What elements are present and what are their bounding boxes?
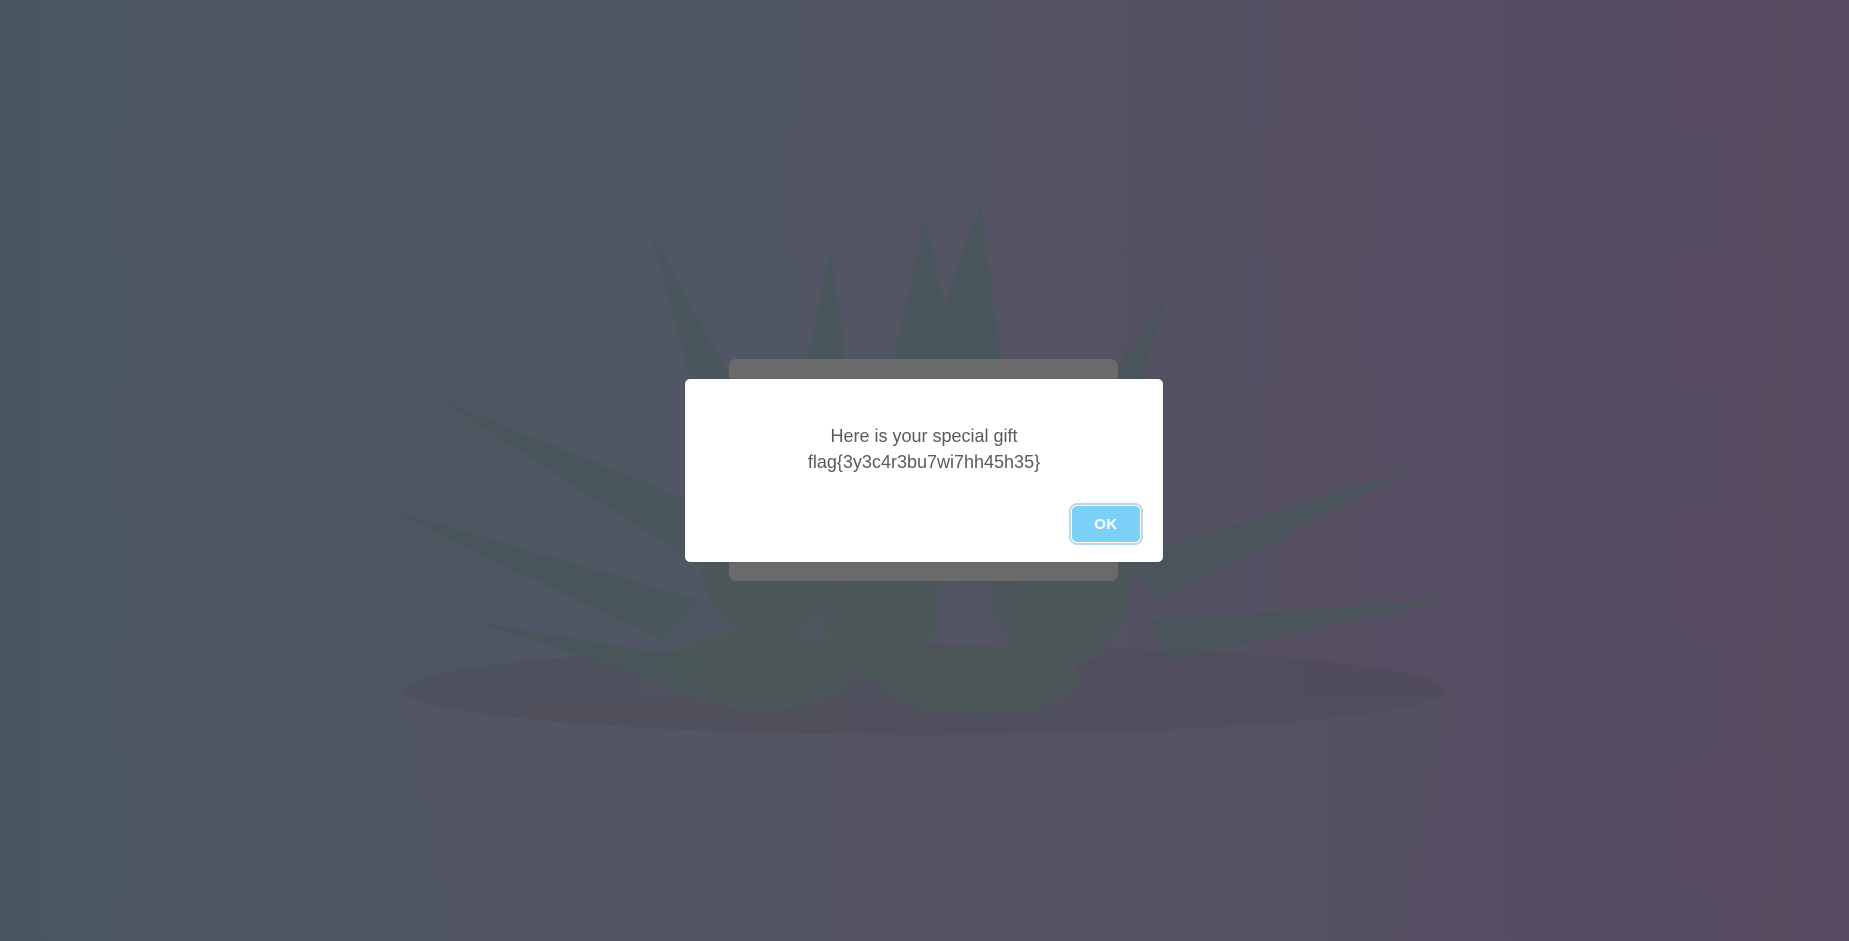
- alert-dialog: Here is your special gift flag{3y3c4r3bu…: [685, 379, 1163, 562]
- ok-button[interactable]: OK: [1072, 506, 1140, 542]
- dialog-flag-text: flag{3y3c4r3bu7wi7hh45h35}: [807, 452, 1041, 472]
- dialog-message: Here is your special gift flag{3y3c4r3bu…: [685, 423, 1163, 475]
- page: Here is your special gift flag{3y3c4r3bu…: [0, 0, 1849, 941]
- dialog-message-line1: Here is your special gift: [830, 426, 1018, 446]
